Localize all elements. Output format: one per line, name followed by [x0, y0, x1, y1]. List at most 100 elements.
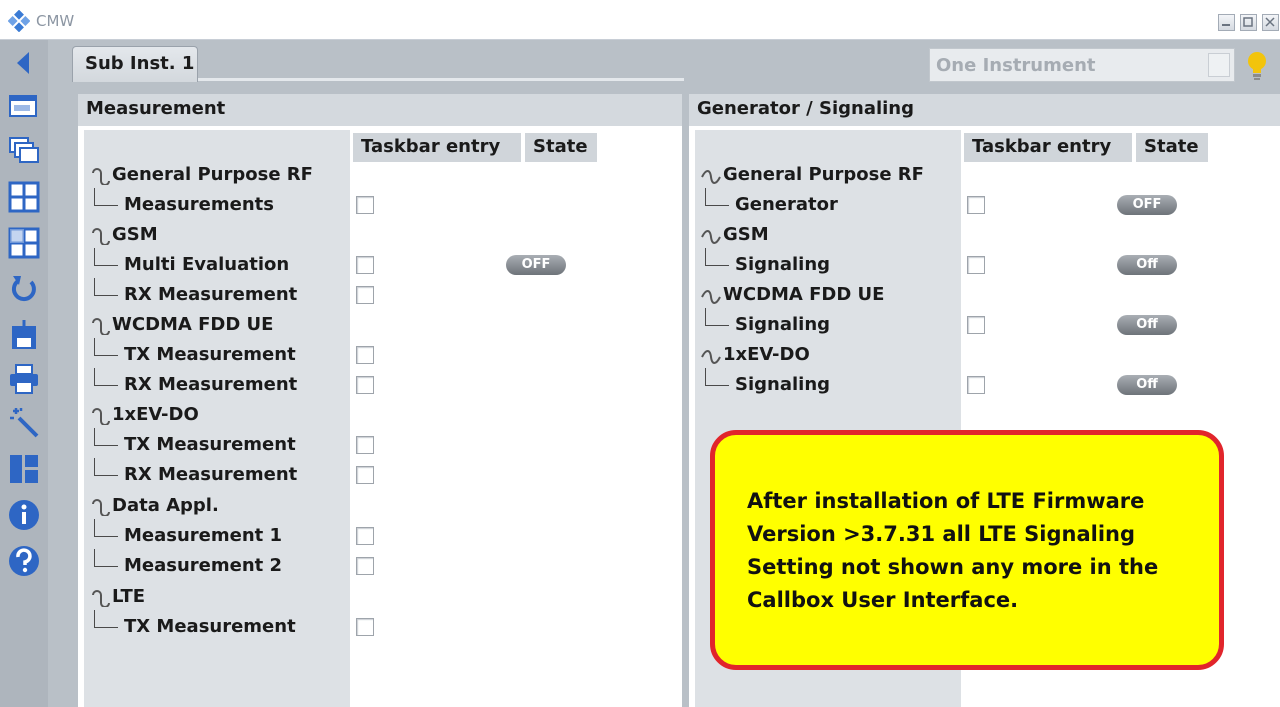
- measurement-item[interactable]: RX Measurement: [94, 368, 298, 395]
- generator-item-label: Generator: [735, 194, 838, 215]
- tree-connector: [94, 278, 118, 296]
- callout-line: Callbox User Interface.: [747, 588, 1019, 612]
- generator-item[interactable]: Signaling: [705, 248, 831, 275]
- measurement-item-label: RX Measurement: [124, 284, 298, 305]
- measurement-item-label: RX Measurement: [124, 374, 298, 395]
- measurement-item[interactable]: TX Measurement: [94, 338, 296, 365]
- tree-connector: [94, 610, 118, 628]
- state-toggle[interactable]: Off: [1117, 255, 1177, 275]
- measurement-group[interactable]: Data Appl.: [90, 495, 219, 516]
- close-icon: [1265, 17, 1275, 27]
- refresh-icon[interactable]: [7, 272, 41, 306]
- measurement-item-label: Measurement 2: [124, 555, 283, 576]
- taskbar-entry-checkbox[interactable]: [356, 346, 374, 364]
- taskbar-entry-checkbox[interactable]: [967, 376, 985, 394]
- close-button[interactable]: [1262, 14, 1279, 31]
- generator-item[interactable]: Generator: [705, 188, 838, 215]
- taskbar-entry-checkbox[interactable]: [356, 256, 374, 274]
- measurement-item[interactable]: Measurement 2: [94, 549, 283, 576]
- measurement-item[interactable]: Measurements: [94, 188, 274, 215]
- cmw-screen-icon[interactable]: [7, 90, 41, 124]
- measurement-item-label: TX Measurement: [124, 344, 296, 365]
- state-toggle[interactable]: OFF: [1117, 195, 1177, 215]
- info-icon[interactable]: [7, 498, 41, 532]
- print-icon[interactable]: [7, 362, 41, 396]
- generator-item[interactable]: Signaling: [705, 368, 831, 395]
- sine-wave-icon: [701, 350, 721, 364]
- measurement-item-label: TX Measurement: [124, 434, 296, 455]
- callout-text: After installation of LTE Firmware Versi…: [747, 485, 1197, 617]
- measurement-item[interactable]: Multi Evaluation: [94, 248, 290, 275]
- layout-grid-alt-icon[interactable]: [7, 226, 41, 260]
- generator-group[interactable]: WCDMA FDD UE: [701, 284, 884, 305]
- taskbar-entry-checkbox[interactable]: [967, 316, 985, 334]
- generator-group[interactable]: GSM: [701, 224, 769, 245]
- measurement-item-label: Measurements: [124, 194, 274, 215]
- lightbulb-icon[interactable]: [1244, 50, 1270, 82]
- taskbar-entry-checkbox[interactable]: [356, 196, 374, 214]
- title-bar: CMW: [0, 0, 1280, 40]
- dashboard-icon[interactable]: [7, 452, 41, 486]
- dropdown-arrow-button[interactable]: [1208, 53, 1230, 77]
- generator-group[interactable]: General Purpose RF: [701, 164, 924, 185]
- annotation-callout: After installation of LTE Firmware Versi…: [710, 430, 1224, 670]
- maximize-button[interactable]: [1240, 14, 1257, 31]
- measurement-group-icon: [92, 590, 110, 607]
- help-icon[interactable]: [7, 544, 41, 578]
- taskbar-entry-checkbox[interactable]: [356, 527, 374, 545]
- layout-grid-icon[interactable]: [7, 180, 41, 214]
- callout-line: Setting not shown any more in the: [747, 555, 1159, 579]
- save-disk-icon[interactable]: [7, 318, 41, 352]
- minimize-icon: [1222, 24, 1230, 26]
- instrument-select-value: One Instrument: [936, 55, 1096, 76]
- generator-group[interactable]: 1xEV-DO: [701, 344, 810, 365]
- measurement-panel-title: Measurement: [78, 94, 682, 126]
- taskbar-entry-checkbox[interactable]: [967, 256, 985, 274]
- taskbar-entry-checkbox[interactable]: [356, 557, 374, 575]
- tab-sub-inst-1[interactable]: Sub Inst. 1: [72, 46, 198, 82]
- state-toggle[interactable]: Off: [1117, 375, 1177, 395]
- measurement-group[interactable]: GSM: [90, 224, 158, 245]
- minimize-button[interactable]: [1218, 14, 1235, 31]
- measurement-item-label: Measurement 1: [124, 525, 283, 546]
- measurement-group-label: WCDMA FDD UE: [112, 314, 274, 335]
- measurement-group-label: GSM: [112, 224, 158, 245]
- tree-connector: [705, 308, 729, 326]
- tree-connector: [705, 248, 729, 266]
- generator-group-label: GSM: [723, 224, 769, 245]
- measurement-item[interactable]: Measurement 1: [94, 519, 283, 546]
- taskbar-entry-checkbox[interactable]: [356, 376, 374, 394]
- generator-col-state: State: [1136, 133, 1208, 162]
- taskbar-entry-checkbox[interactable]: [356, 618, 374, 636]
- generator-item-label: Signaling: [735, 254, 831, 275]
- measurement-group[interactable]: WCDMA FDD UE: [90, 314, 273, 335]
- back-arrow-icon[interactable]: [7, 46, 41, 80]
- measurement-item[interactable]: RX Measurement: [94, 278, 298, 305]
- generator-item-label: Signaling: [735, 374, 831, 395]
- measurement-item[interactable]: TX Measurement: [94, 428, 296, 455]
- taskbar-entry-checkbox[interactable]: [356, 286, 374, 304]
- measurement-group-label: General Purpose RF: [112, 164, 313, 185]
- tree-connector: [94, 549, 118, 567]
- tree-connector: [94, 368, 118, 386]
- measurement-item-label: Multi Evaluation: [124, 254, 290, 275]
- instrument-select[interactable]: One Instrument: [929, 48, 1235, 82]
- state-toggle[interactable]: OFF: [506, 255, 566, 275]
- taskbar-entry-checkbox[interactable]: [356, 436, 374, 454]
- taskbar-entry-checkbox[interactable]: [967, 196, 985, 214]
- tree-connector: [94, 248, 118, 266]
- state-toggle[interactable]: Off: [1117, 315, 1177, 335]
- measurement-group[interactable]: General Purpose RF: [90, 164, 313, 185]
- measurement-item[interactable]: TX Measurement: [94, 610, 296, 637]
- callout-line: Version >3.7.31 all LTE Signaling: [747, 522, 1136, 546]
- cmw-logo-icon: [8, 10, 30, 32]
- windows-stack-icon[interactable]: [7, 134, 41, 168]
- taskbar-entry-checkbox[interactable]: [356, 466, 374, 484]
- measurement-item-label: TX Measurement: [124, 616, 296, 637]
- measurement-group[interactable]: 1xEV-DO: [90, 404, 199, 425]
- wizard-wand-icon[interactable]: [7, 406, 41, 440]
- measurement-group[interactable]: LTE: [90, 586, 145, 607]
- tree-connector: [94, 519, 118, 537]
- generator-item[interactable]: Signaling: [705, 308, 830, 335]
- measurement-item[interactable]: RX Measurement: [94, 458, 297, 485]
